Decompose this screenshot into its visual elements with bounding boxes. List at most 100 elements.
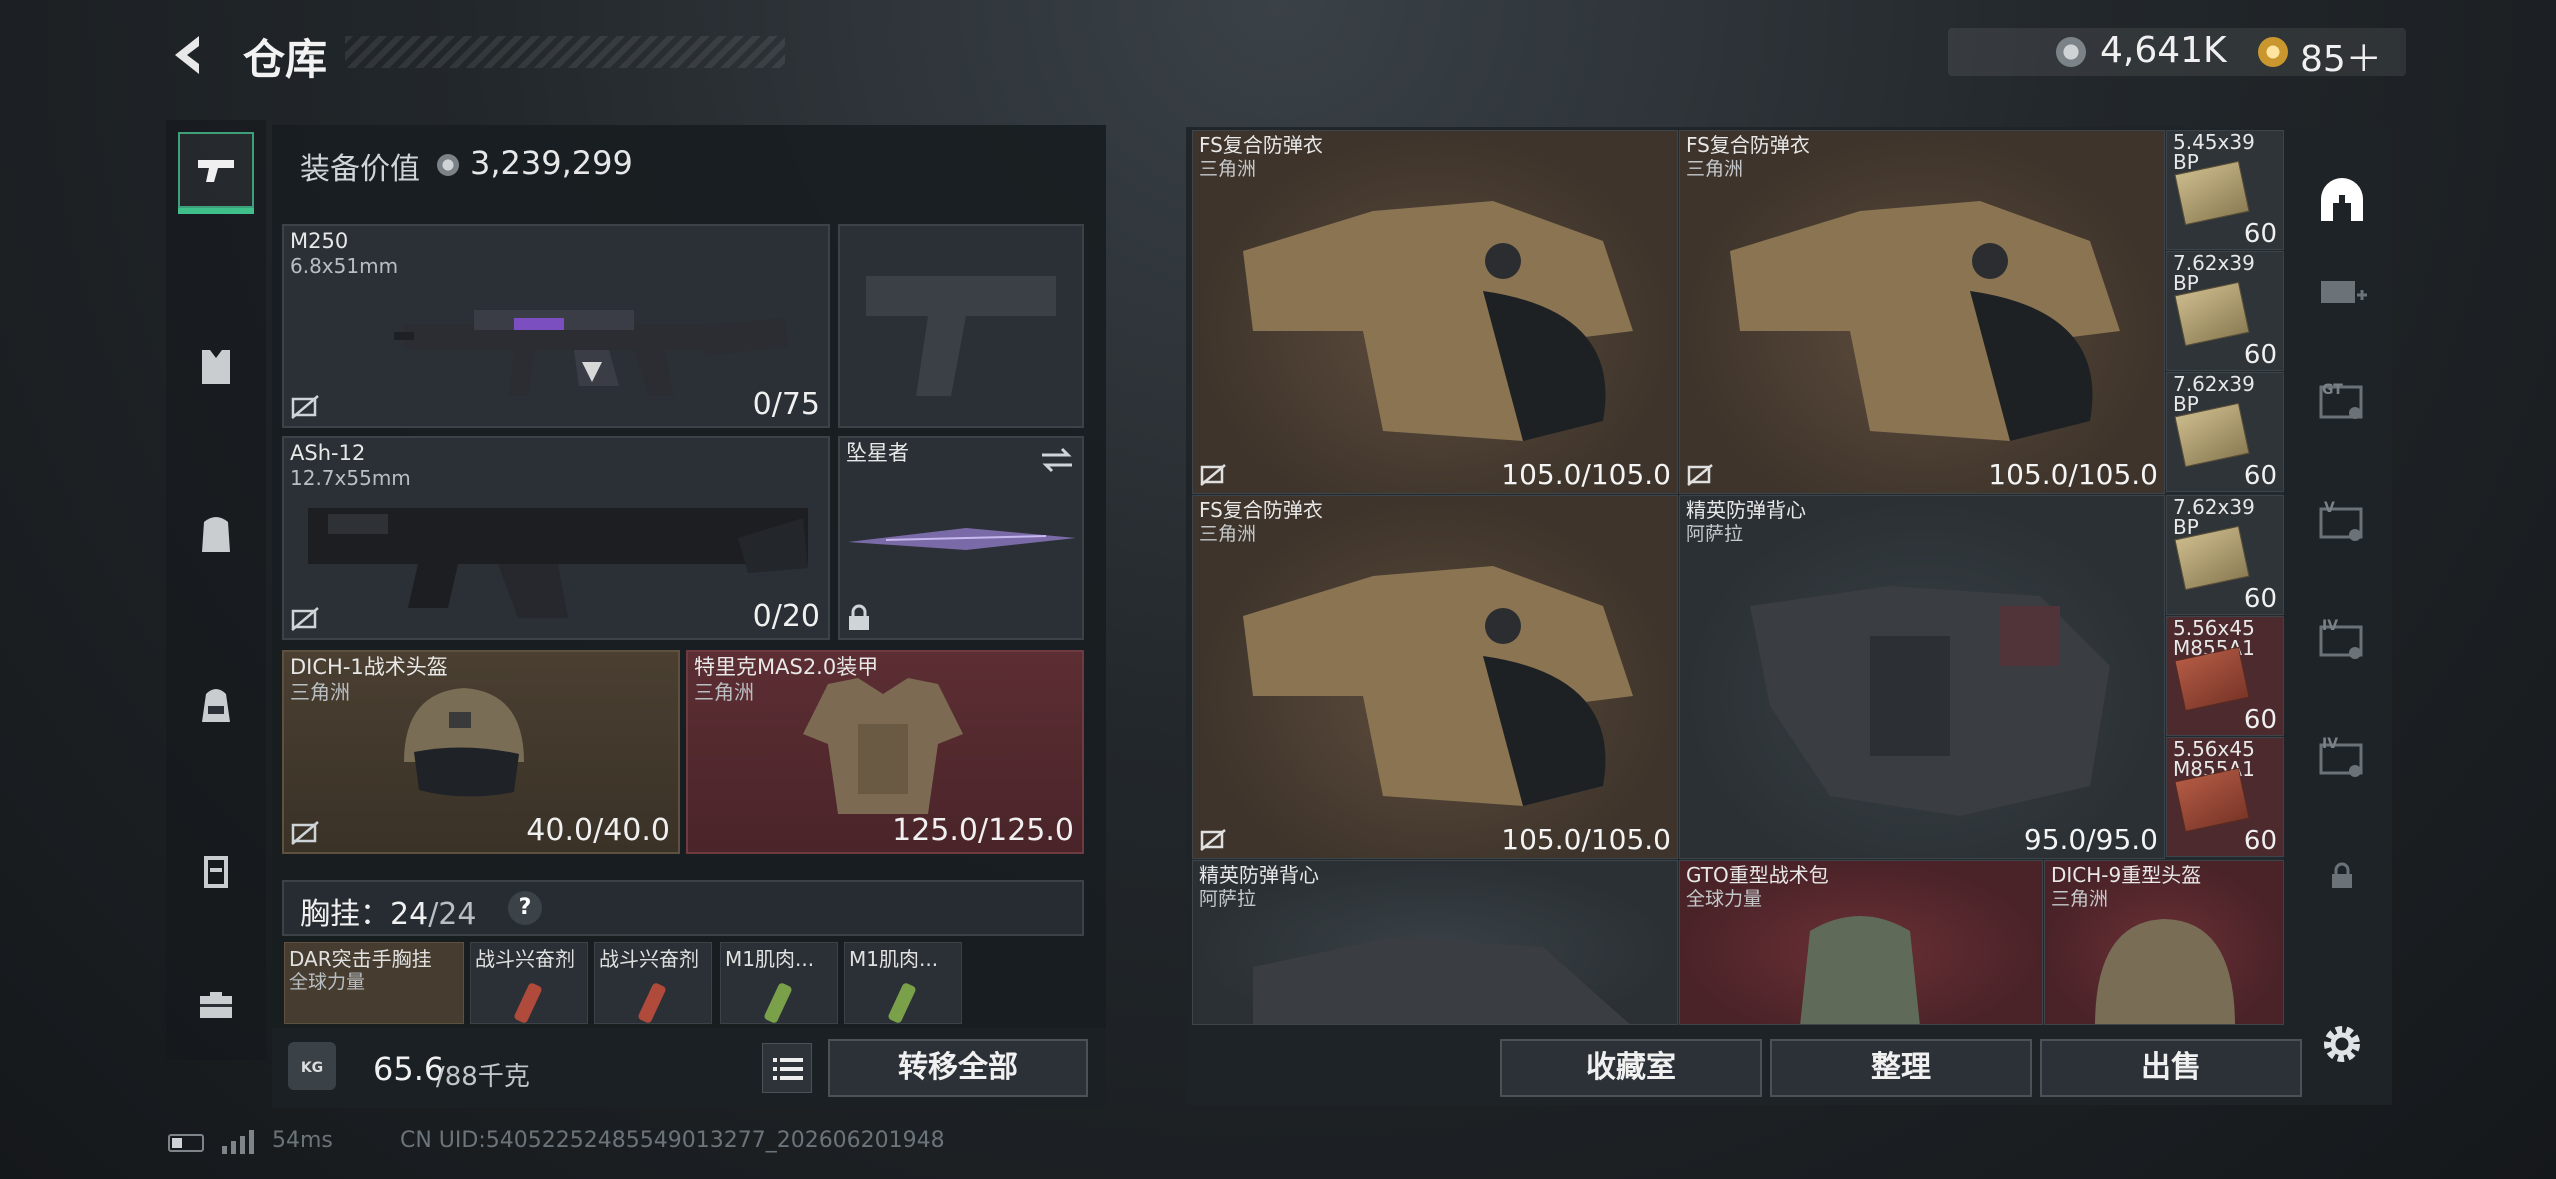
rig-icon	[204, 856, 228, 888]
sort-button[interactable]: 整理	[1770, 1039, 2032, 1097]
chest-rig-label: 胸挂：24/24	[300, 889, 476, 933]
ammo-count: 0/20	[752, 599, 820, 634]
rail-backpack-tab[interactable]	[178, 496, 254, 572]
pistol-slot[interactable]	[838, 224, 1084, 428]
collection-button[interactable]: 收藏室	[1500, 1039, 1762, 1097]
item-brand: 阿萨拉	[1686, 523, 1744, 545]
rail-case-tab[interactable]	[178, 966, 254, 1042]
weapon-caliber: 6.8x51mm	[290, 254, 399, 278]
stash-add-tab[interactable]	[2308, 258, 2376, 326]
sell-button[interactable]: 出售	[2040, 1039, 2302, 1097]
syringe-icon	[888, 983, 916, 1023]
armor-brand: 三角洲	[694, 680, 754, 704]
syringe-icon	[764, 983, 792, 1023]
pistol-silhouette-icon	[866, 276, 1056, 396]
stash-item-gto-backpack[interactable]: GTO重型战术包 全球力量	[1679, 860, 2043, 1025]
no-insure-icon	[291, 607, 319, 631]
armor-slot[interactable]: 特里克MAS2.0装甲 三角洲 125.0/125.0	[686, 650, 1084, 854]
durability: 105.0/105.0	[1988, 458, 2158, 491]
chest-item-muscle[interactable]: M1肌肉...	[720, 942, 838, 1024]
syringe-icon	[514, 983, 542, 1023]
stash-home-icon	[2321, 178, 2363, 221]
stash-v-tab[interactable]: V	[2308, 488, 2376, 556]
stash-item-ammo[interactable]: 7.62x39 BP 60	[2166, 251, 2284, 371]
weight-icon: KG	[288, 1042, 336, 1090]
armor-image	[1730, 201, 2120, 441]
briefcase-icon	[200, 992, 232, 1018]
item-brand: 全球力量	[1686, 888, 1763, 910]
stash-locked-tab[interactable]	[2308, 842, 2376, 910]
armor-image	[1243, 201, 1633, 441]
ammo-count: 60	[2243, 705, 2277, 735]
helmet-image	[404, 688, 524, 797]
stash-item-fs-armor[interactable]: FS复合防弹衣 三角洲 105.0/105.0	[1679, 130, 2165, 494]
bag-icon	[202, 689, 230, 722]
stash-item-fs-armor[interactable]: FS复合防弹衣 三角洲 105.0/105.0	[1192, 130, 1678, 494]
stash-item-ammo[interactable]: 7.62x39 BP 60	[2166, 372, 2284, 492]
coin-icon	[2056, 37, 2086, 67]
rail-rig-tab[interactable]	[178, 832, 254, 908]
stash-item-fs-armor[interactable]: FS复合防弹衣 三角洲 105.0/105.0	[1192, 495, 1678, 859]
chest-item-muscle[interactable]: M1肌肉...	[844, 942, 962, 1024]
settings-button[interactable]	[2308, 1010, 2376, 1078]
weight-value: 65.6	[373, 1050, 445, 1088]
back-arrow-icon[interactable]	[165, 30, 215, 80]
coin-icon	[437, 154, 459, 176]
durability: 105.0/105.0	[1501, 458, 1671, 491]
gt-label: GT	[2322, 382, 2343, 398]
ammo-count: 0/75	[752, 387, 820, 422]
stash-iv-tab[interactable]: IV	[2308, 724, 2376, 792]
uid-text: CN UID:540522524855490132​77_20260620194…	[400, 1128, 945, 1153]
stash-item-ammo[interactable]: 5.56x45 M855A1 60	[2166, 737, 2284, 857]
vest-image	[1253, 937, 1630, 1024]
item-name: 战斗兴奋剂	[599, 947, 699, 971]
helmet-slot[interactable]: DICH-1战术头盔 三角洲 40.0/40.0	[282, 650, 680, 854]
item-name: 战斗兴奋剂	[475, 947, 575, 971]
melee-slot[interactable]: 坠星者	[838, 436, 1084, 640]
ammo-count: 60	[2243, 826, 2277, 856]
no-insure-icon	[291, 821, 319, 845]
stash-gt-tab[interactable]: GT	[2308, 368, 2376, 436]
iv-label: IV	[2322, 618, 2339, 634]
ammo-count: 60	[2243, 461, 2277, 491]
stash-item-elite-vest[interactable]: 精英防弹背心 阿萨拉 95.0/95.0	[1679, 495, 2165, 859]
item-name: 精英防弹背心	[1686, 498, 1806, 522]
stash-item-ammo[interactable]: 7.62x39 BP 60	[2166, 495, 2284, 615]
item-brand: 三角洲	[2051, 888, 2109, 910]
rail-armor-tab[interactable]	[178, 328, 254, 404]
chest-item-stimulant[interactable]: 战斗兴奋剂	[594, 942, 712, 1024]
token-balance[interactable]: 85＋	[2300, 30, 2382, 82]
list-view-button[interactable]	[762, 1043, 812, 1093]
helmet-brand: 三角洲	[290, 680, 350, 704]
chest-item-stimulant[interactable]: 战斗兴奋剂	[470, 942, 588, 1024]
stash-item-ammo[interactable]: 5.45x39 BP 60	[2166, 130, 2284, 250]
backpack-icon	[202, 517, 230, 552]
rail-weapons-tab[interactable]	[178, 132, 254, 214]
rail-bag-tab[interactable]	[178, 666, 254, 742]
lock-icon	[2332, 862, 2352, 888]
stash-item-ammo[interactable]: 5.56x45 M855A1 60	[2166, 616, 2284, 736]
syringe-icon	[638, 983, 666, 1023]
primary-weapon-slot[interactable]: M250 6.8x51mm 0/75	[282, 224, 830, 428]
backpack-image	[1800, 916, 1920, 1024]
chest-item-rig[interactable]: DAR突击手胸挂 全球力量	[284, 942, 464, 1024]
transfer-all-button[interactable]: 转移全部	[828, 1039, 1088, 1097]
stash-item-dich9-helmet[interactable]: DICH-9重型头盔 三角洲	[2044, 860, 2284, 1025]
ammo-count: 60	[2243, 340, 2277, 370]
battery-icon	[168, 1134, 204, 1152]
stash-main-tab[interactable]	[2308, 166, 2376, 234]
durability: 40.0/40.0	[526, 813, 670, 848]
stash-iv-tab[interactable]: IV	[2308, 606, 2376, 674]
item-name: DICH-9重型头盔	[2051, 863, 2202, 887]
help-icon[interactable]: ?	[508, 891, 542, 925]
secondary-weapon-slot[interactable]: ASh-12 12.7x55mm 0/20	[282, 436, 830, 640]
vest-image	[1750, 586, 2110, 816]
weapon-name: ASh-12	[290, 441, 366, 465]
stash-item-elite-vest[interactable]: 精英防弹背心 阿萨拉	[1192, 860, 1678, 1025]
equipment-value-label: 装备价值	[300, 152, 420, 187]
item-name: M1肌肉...	[849, 947, 939, 971]
token-icon	[2258, 37, 2288, 67]
melee-name: 坠星者	[846, 441, 909, 465]
swap-icon[interactable]	[1040, 446, 1074, 474]
chest-rig-current: 24	[390, 897, 429, 932]
